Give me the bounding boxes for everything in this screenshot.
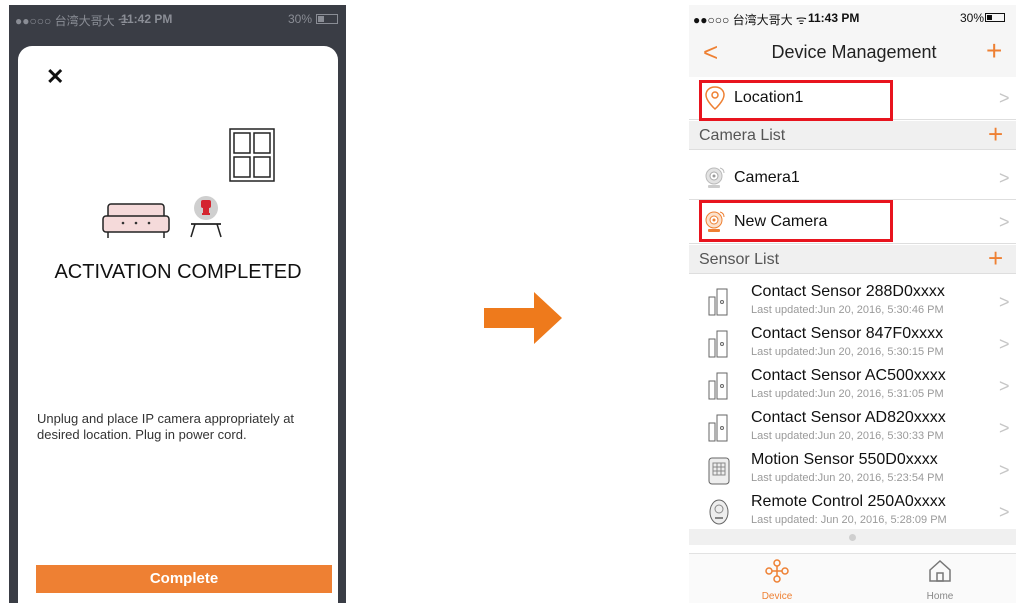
navigation-bar: < Device Management +	[689, 27, 1016, 77]
camera-orange-icon	[705, 211, 725, 232]
living-room-illustration	[102, 128, 275, 238]
contact-sensor-icon	[708, 372, 728, 400]
table-camera-icon	[190, 196, 222, 238]
sensor-list-label: Sensor List	[699, 251, 780, 268]
camera-list-label: Camera List	[699, 127, 786, 144]
device-tree-icon	[765, 559, 789, 583]
left-phone-screen: ●●○○○ 台湾大哥大 ᯤ 11:42 PM 30% ✕ ACTIVATION …	[9, 5, 346, 603]
sensor-name: Contact Sensor 847F0xxxx	[751, 325, 944, 342]
tab-device[interactable]: Device	[737, 558, 817, 602]
chevron-right-icon: >	[999, 460, 1010, 480]
arrow-right-icon	[484, 292, 562, 344]
instruction-text: Unplug and place IP camera appropriately…	[37, 411, 295, 442]
camera-label: Camera1	[734, 169, 800, 186]
battery-icon	[985, 13, 1005, 22]
page-indicator	[689, 529, 1016, 545]
contact-sensor-icon	[708, 288, 728, 316]
camera-label: New Camera	[734, 213, 828, 230]
activation-title: ACTIVATION COMPLETED	[54, 261, 302, 283]
motion-sensor-icon	[708, 457, 730, 485]
status-time: 11:42 PM	[121, 12, 173, 26]
contact-sensor-icon	[708, 330, 728, 358]
sensor-row[interactable]: Contact Sensor 288D0xxxx Last updated:Ju…	[689, 281, 1016, 325]
chevron-right-icon: >	[999, 212, 1010, 232]
activation-card: ✕ ACTIVATION COMPLETED Unplug and place …	[18, 46, 338, 603]
sensor-last-updated: Last updated:Jun 20, 2016, 5:31:05 PM	[751, 388, 944, 400]
sensor-name: Motion Sensor 550D0xxxx	[751, 451, 938, 468]
sensor-name: Contact Sensor AD820xxxx	[751, 409, 946, 426]
sensor-row[interactable]: Motion Sensor 550D0xxxx Last updated:Jun…	[689, 449, 1016, 493]
sensor-row[interactable]: Contact Sensor AD820xxxx Last updated:Ju…	[689, 407, 1016, 451]
sensor-name: Contact Sensor 288D0xxxx	[751, 283, 945, 300]
location-label: Location1	[734, 89, 804, 106]
tab-device-label: Device	[761, 591, 793, 602]
chevron-right-icon: >	[999, 418, 1010, 438]
status-time: 11:43 PM	[808, 11, 860, 25]
chevron-right-icon: >	[999, 88, 1010, 108]
sensor-name: Remote Control 250A0xxxx	[751, 493, 946, 510]
add-sensor-button[interactable]: +	[988, 244, 1003, 272]
tab-home-label: Home	[926, 591, 954, 602]
sensor-last-updated: Last updated:Jun 20, 2016, 5:30:46 PM	[751, 304, 944, 316]
camera-grey-icon	[705, 167, 725, 188]
sensor-last-updated: Last updated:Jun 20, 2016, 5:30:33 PM	[751, 430, 944, 442]
battery-percent: 30%	[287, 12, 312, 26]
sensor-last-updated: Last updated:Jun 20, 2016, 5:30:15 PM	[751, 346, 944, 358]
status-bar: ●●○○○ 台湾大哥大 ᯤ 11:43 PM 30%	[689, 5, 1016, 27]
carrier-label: ●●○○○ 台湾大哥大 ᯤ	[15, 14, 129, 28]
right-phone-screen: ●●○○○ 台湾大哥大 ᯤ 11:43 PM 30% < Device Mana…	[689, 5, 1016, 603]
location-row[interactable]: Location1 >	[689, 77, 1016, 120]
chevron-right-icon: >	[999, 376, 1010, 396]
camera-row[interactable]: Camera1 >	[689, 157, 1016, 200]
location-pin-icon	[705, 86, 725, 111]
window-icon	[229, 128, 275, 182]
battery-icon	[316, 14, 338, 24]
close-button[interactable]: ✕	[46, 66, 64, 88]
camera-list-header: Camera List +	[689, 120, 1016, 150]
chevron-right-icon: >	[999, 502, 1010, 522]
battery-percent: 30%	[960, 11, 985, 25]
sensor-row[interactable]: Contact Sensor 847F0xxxx Last updated:Ju…	[689, 323, 1016, 367]
camera-row[interactable]: New Camera >	[689, 201, 1016, 244]
chevron-right-icon: >	[999, 168, 1010, 188]
sensor-row[interactable]: Contact Sensor AC500xxxx Last updated:Ju…	[689, 365, 1016, 409]
complete-button[interactable]: Complete	[36, 565, 332, 593]
carrier-label: ●●○○○ 台湾大哥大 ᯤ	[693, 13, 807, 27]
sensor-list-header: Sensor List +	[689, 244, 1016, 274]
sensor-last-updated: Last updated:Jun 20, 2016, 5:23:54 PM	[751, 472, 944, 484]
sofa-icon	[102, 203, 170, 238]
add-device-button[interactable]: +	[986, 37, 1002, 65]
status-bar: ●●○○○ 台湾大哥大 ᯤ 11:42 PM 30%	[9, 5, 346, 33]
page-title: Device Management	[771, 42, 937, 62]
tab-home[interactable]: Home	[900, 558, 980, 602]
sensor-last-updated: Last updated: Jun 20, 2016, 5:28:09 PM	[751, 514, 947, 526]
chevron-right-icon: >	[999, 292, 1010, 312]
home-icon	[929, 559, 951, 582]
contact-sensor-icon	[708, 414, 728, 442]
remote-control-icon	[709, 499, 729, 525]
chevron-right-icon: >	[999, 334, 1010, 354]
tab-bar: Device Home	[689, 553, 1016, 603]
sensor-name: Contact Sensor AC500xxxx	[751, 367, 946, 384]
add-camera-button[interactable]: +	[988, 120, 1003, 148]
